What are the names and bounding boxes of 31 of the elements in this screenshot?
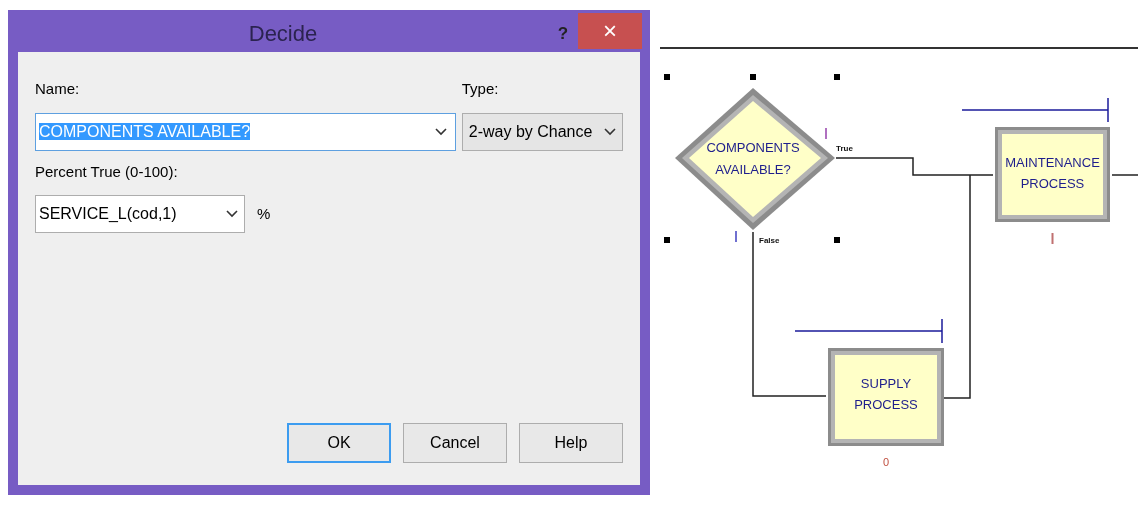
- branch-label: False: [759, 236, 780, 245]
- chevron-down-icon: [226, 210, 238, 218]
- chevron-down-icon: [604, 127, 616, 136]
- name-value: COMPONENTS AVAILABLE?: [39, 121, 252, 142]
- node-label: COMPONENTS: [706, 140, 800, 155]
- chevron-down-icon: [434, 127, 447, 136]
- window-title: Decide: [248, 23, 318, 45]
- counter-mark: [825, 128, 827, 139]
- percent-field[interactable]: SERVICE_L(cod,1): [35, 195, 245, 233]
- close-button[interactable]: ×: [578, 13, 642, 49]
- node-label: AVAILABLE?: [715, 162, 791, 177]
- connector-line: [1111, 174, 1138, 176]
- type-dropdown[interactable]: 2-way by Chance: [461, 112, 623, 151]
- process-node[interactable]: [828, 348, 944, 446]
- decision-node[interactable]: [675, 88, 835, 230]
- branch-label: True: [836, 144, 853, 153]
- percent-unit: %: [257, 203, 271, 224]
- type-label: Type:: [461, 79, 500, 99]
- counter-mark: [735, 231, 737, 242]
- node-label: SUPPLY: [860, 376, 912, 391]
- node-label: PROCESS: [854, 397, 918, 412]
- dialog-button[interactable]: Cancel: [403, 423, 507, 463]
- node-label: MAINTENANCE: [1005, 155, 1100, 170]
- process-node[interactable]: [995, 127, 1110, 222]
- dialog-button[interactable]: Help: [519, 423, 623, 463]
- name-label: Name:: [35, 79, 81, 99]
- percent-label: Percent True (0-100):: [35, 161, 179, 182]
- counter-mark: [1051, 233, 1054, 244]
- counter-label: 0: [882, 456, 890, 468]
- node-label: PROCESS: [1020, 176, 1085, 191]
- dialog-button[interactable]: OK: [287, 423, 391, 463]
